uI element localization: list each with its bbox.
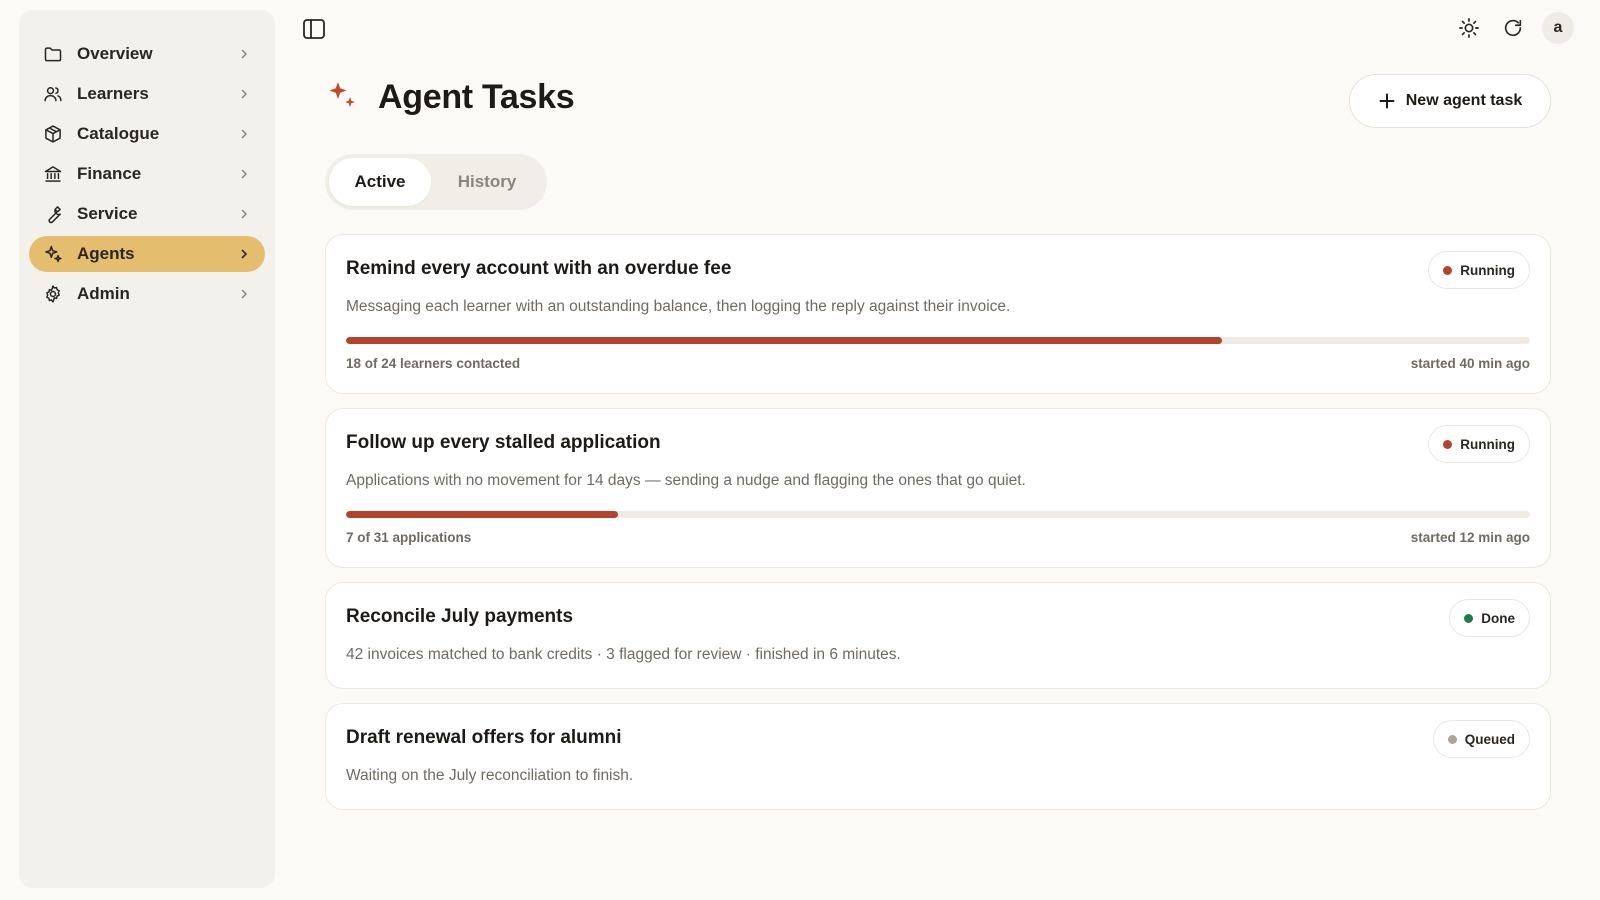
status-badge: Queued	[1432, 720, 1530, 758]
status-badge: Running	[1428, 251, 1530, 289]
sidebar-item-finance[interactable]: Finance	[29, 156, 265, 192]
sidebar-item-label: Learners	[77, 84, 149, 103]
sidebar-nav: Overview Learners Catalogue Finance Serv…	[29, 36, 265, 316]
chevron-right-icon	[237, 287, 251, 301]
sidebar-item-agents[interactable]: Agents	[29, 236, 265, 272]
topbar-actions: a	[1454, 12, 1574, 44]
status-label: Queued	[1464, 731, 1515, 747]
task-meta: 18 of 24 learners contacted started 40 m…	[346, 356, 1530, 371]
sidebar-item-label: Overview	[77, 44, 153, 63]
task-list: Remind every account with an overdue fee…	[325, 234, 1551, 824]
status-badge: Running	[1428, 425, 1530, 463]
task-card[interactable]: Reconcile July payments 42 invoices matc…	[325, 582, 1551, 689]
status-label: Running	[1460, 262, 1515, 278]
progress-bar	[346, 337, 1530, 344]
sparkles-icon	[326, 78, 360, 117]
bank-icon	[43, 164, 63, 184]
sun-icon[interactable]	[1454, 13, 1484, 43]
sidebar-item-service[interactable]: Service	[29, 196, 265, 232]
chevron-right-icon	[237, 87, 251, 101]
status-dot-icon	[1443, 439, 1453, 449]
sidebar-item-label: Admin	[77, 284, 130, 303]
task-description: Messaging each learner with an outstandi…	[346, 298, 1011, 315]
started-time: started 40 min ago	[1410, 356, 1530, 371]
new-agent-task-label: New agent task	[1405, 92, 1523, 109]
tab-history[interactable]: History	[431, 158, 543, 206]
sidebar-item-learners[interactable]: Learners	[29, 76, 265, 112]
refresh-icon[interactable]	[1498, 13, 1528, 43]
chevron-right-icon	[237, 127, 251, 141]
task-title: Remind every account with an overdue fee	[346, 258, 732, 279]
folder-icon	[43, 44, 63, 64]
chevron-right-icon	[237, 207, 251, 221]
plus-icon	[1378, 92, 1396, 110]
sidebar-item-catalogue[interactable]: Catalogue	[29, 116, 265, 152]
sidebar-item-label: Service	[77, 204, 138, 223]
task-meta: 7 of 31 applications started 12 min ago	[346, 530, 1530, 545]
new-agent-task-button[interactable]: New agent task	[1349, 74, 1551, 128]
progress-fill	[346, 337, 1223, 344]
task-title: Reconcile July payments	[346, 606, 574, 627]
tab-bar: Active History	[325, 154, 547, 210]
status-dot-icon	[1443, 265, 1453, 275]
task-card[interactable]: Draft renewal offers for alumni Waiting …	[325, 703, 1551, 810]
status-badge: Done	[1449, 599, 1530, 637]
package-icon	[43, 124, 63, 144]
chevron-right-icon	[237, 167, 251, 181]
progress-text: 18 of 24 learners contacted	[346, 356, 521, 371]
sidebar-item-overview[interactable]: Overview	[29, 36, 265, 72]
status-label: Running	[1460, 436, 1515, 452]
sidebar: Overview Learners Catalogue Finance Serv…	[19, 10, 275, 888]
task-card[interactable]: Follow up every stalled application Appl…	[325, 408, 1551, 568]
sidebar-toggle-icon[interactable]	[302, 18, 326, 40]
status-label: Done	[1481, 610, 1515, 626]
task-title: Draft renewal offers for alumni	[346, 727, 622, 748]
started-time: started 12 min ago	[1410, 530, 1530, 545]
progress-text: 7 of 31 applications	[346, 530, 472, 545]
progress-fill	[346, 511, 619, 518]
sidebar-item-label: Catalogue	[77, 124, 160, 143]
wrench-icon	[43, 204, 63, 224]
progress-bar	[346, 511, 1530, 518]
page-title: Agent Tasks	[378, 78, 575, 116]
gear-icon	[43, 284, 63, 304]
task-description: Waiting on the July reconciliation to fi…	[346, 767, 634, 784]
avatar[interactable]: a	[1542, 12, 1574, 44]
status-dot-icon	[1447, 734, 1457, 744]
tab-active[interactable]: Active	[329, 158, 431, 206]
task-description: Applications with no movement for 14 day…	[346, 472, 1026, 489]
sidebar-item-label: Agents	[77, 244, 135, 263]
sidebar-item-label: Finance	[77, 164, 142, 183]
users-icon	[43, 84, 63, 104]
chevron-right-icon	[237, 247, 251, 261]
page-header: Agent Tasks	[326, 78, 575, 117]
task-card[interactable]: Remind every account with an overdue fee…	[325, 234, 1551, 394]
status-dot-icon	[1464, 613, 1474, 623]
chevron-right-icon	[237, 47, 251, 61]
sparkles-icon	[43, 244, 63, 264]
task-title: Follow up every stalled application	[346, 432, 661, 453]
sidebar-item-admin[interactable]: Admin	[29, 276, 265, 312]
task-description: 42 invoices matched to bank credits · 3 …	[346, 646, 901, 663]
